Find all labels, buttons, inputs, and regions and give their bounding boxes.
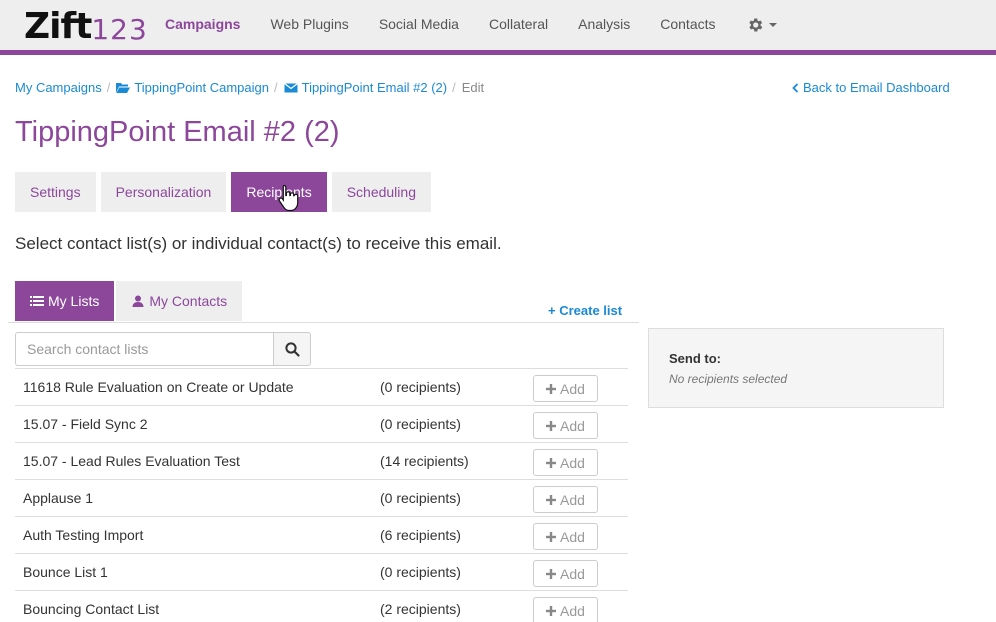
tab-my-lists[interactable]: My Lists bbox=[15, 281, 115, 321]
add-list-button[interactable]: Add bbox=[533, 597, 598, 622]
breadcrumb-label: TippingPoint Campaign bbox=[134, 80, 269, 95]
breadcrumb-label: TippingPoint Email #2 (2) bbox=[301, 80, 448, 95]
plus-icon bbox=[546, 457, 557, 468]
search-input[interactable] bbox=[15, 332, 273, 366]
list-name: 15.07 - Lead Rules Evaluation Test bbox=[23, 453, 240, 469]
nav-campaigns[interactable]: Campaigns bbox=[150, 0, 255, 50]
add-label: Add bbox=[560, 602, 585, 619]
list-name: Applause 1 bbox=[23, 490, 94, 506]
tab-label: My Contacts bbox=[149, 293, 228, 309]
list-row: Bouncing Contact List (2 recipients) Add bbox=[15, 590, 628, 622]
breadcrumb-current: Edit bbox=[461, 80, 485, 95]
list-row: 15.07 - Field Sync 2 (0 recipients) Add bbox=[15, 405, 628, 442]
add-list-button[interactable]: Add bbox=[533, 523, 598, 550]
search-icon bbox=[284, 341, 300, 357]
add-label: Add bbox=[560, 528, 585, 545]
breadcrumb-email[interactable]: TippingPoint Email #2 (2) bbox=[283, 80, 448, 95]
create-list-link[interactable]: + Create list bbox=[548, 303, 622, 318]
zift123-logo[interactable]: Zift 123 bbox=[24, 5, 148, 45]
nav-social-media[interactable]: Social Media bbox=[364, 0, 474, 50]
send-to-label: Send to: bbox=[669, 351, 721, 366]
caret-down-icon bbox=[768, 23, 777, 27]
contact-list-search bbox=[15, 332, 311, 366]
no-recipients-text: No recipients selected bbox=[669, 372, 788, 386]
breadcrumb-separator: / bbox=[452, 80, 456, 95]
breadcrumb-campaign[interactable]: TippingPoint Campaign bbox=[116, 80, 269, 95]
list-name: 11618 Rule Evaluation on Create or Updat… bbox=[23, 379, 294, 395]
tab-personalization[interactable]: Personalization bbox=[100, 172, 227, 212]
nav-analysis[interactable]: Analysis bbox=[563, 0, 645, 50]
recipient-count: (14 recipients) bbox=[380, 453, 469, 469]
recipients-instructions: Select contact list(s) or individual con… bbox=[15, 234, 502, 253]
add-label: Add bbox=[560, 454, 585, 471]
add-list-button[interactable]: Add bbox=[533, 560, 598, 587]
tab-scheduling[interactable]: Scheduling bbox=[331, 172, 431, 212]
plus-icon bbox=[546, 383, 557, 394]
tab-label: My Lists bbox=[48, 293, 100, 309]
brand-stripe bbox=[0, 50, 996, 55]
list-row: Applause 1 (0 recipients) Add bbox=[15, 479, 628, 516]
gear-icon bbox=[748, 18, 762, 32]
recipient-count: (2 recipients) bbox=[380, 601, 461, 617]
add-label: Add bbox=[560, 491, 585, 508]
plus-icon bbox=[546, 420, 557, 431]
tab-settings[interactable]: Settings bbox=[15, 172, 96, 212]
list-row: Bounce List 1 (0 recipients) Add bbox=[15, 553, 628, 590]
list-name: 15.07 - Field Sync 2 bbox=[23, 416, 148, 432]
recipient-count: (0 recipients) bbox=[380, 379, 461, 395]
contact-list-table: 11618 Rule Evaluation on Create or Updat… bbox=[15, 368, 628, 622]
recipient-count: (6 recipients) bbox=[380, 527, 461, 543]
recipient-source-tabs: My Lists My Contacts bbox=[15, 281, 244, 321]
add-list-button[interactable]: Add bbox=[533, 449, 598, 476]
list-icon bbox=[30, 296, 44, 306]
send-to-panel: Send to: No recipients selected bbox=[648, 328, 944, 408]
tab-divider bbox=[8, 322, 639, 323]
nav-contacts[interactable]: Contacts bbox=[645, 0, 730, 50]
add-list-button[interactable]: Add bbox=[533, 486, 598, 513]
add-label: Add bbox=[560, 417, 585, 434]
chevron-left-icon bbox=[792, 82, 799, 93]
search-button[interactable] bbox=[273, 332, 311, 366]
nav-web-plugins[interactable]: Web Plugins bbox=[255, 0, 363, 50]
breadcrumb-label: My Campaigns bbox=[15, 80, 102, 95]
plus-icon bbox=[546, 531, 557, 542]
recipient-count: (0 recipients) bbox=[380, 416, 461, 432]
breadcrumb-separator: / bbox=[106, 80, 111, 95]
list-row: 11618 Rule Evaluation on Create or Updat… bbox=[15, 368, 628, 405]
editor-tabs: Settings Personalization Recipients Sche… bbox=[15, 172, 436, 212]
page-title: TippingPoint Email #2 (2) bbox=[15, 116, 340, 148]
top-navbar: Zift 123 Campaigns Web Plugins Social Me… bbox=[0, 0, 996, 50]
recipient-count: (0 recipients) bbox=[380, 490, 461, 506]
nav-collateral[interactable]: Collateral bbox=[474, 0, 563, 50]
add-list-button[interactable]: Add bbox=[533, 412, 598, 439]
back-link-label: Back to Email Dashboard bbox=[803, 80, 950, 95]
logo-text: Zift bbox=[24, 6, 92, 47]
logo-number: 123 bbox=[91, 13, 148, 46]
breadcrumb-separator: / bbox=[273, 80, 278, 95]
plus-icon bbox=[546, 568, 557, 579]
add-label: Add bbox=[560, 565, 585, 582]
envelope-icon bbox=[283, 82, 298, 92]
list-row: 15.07 - Lead Rules Evaluation Test (14 r… bbox=[15, 442, 628, 479]
tab-my-contacts[interactable]: My Contacts bbox=[116, 281, 243, 321]
plus-icon bbox=[546, 605, 557, 616]
hand-pointer-cursor-icon bbox=[278, 184, 299, 212]
settings-dropdown[interactable] bbox=[731, 0, 792, 50]
list-name: Bouncing Contact List bbox=[23, 601, 160, 617]
recipient-count: (0 recipients) bbox=[380, 564, 461, 580]
plus-icon bbox=[546, 494, 557, 505]
list-row: Auth Testing Import (6 recipients) Add bbox=[15, 516, 628, 553]
add-label: Add bbox=[560, 380, 585, 397]
back-to-dashboard-link[interactable]: Back to Email Dashboard bbox=[792, 80, 950, 95]
user-icon bbox=[132, 295, 144, 307]
list-name: Auth Testing Import bbox=[23, 527, 144, 543]
breadcrumb: My Campaigns / TippingPoint Campaign / T… bbox=[15, 80, 484, 95]
folder-open-icon bbox=[116, 82, 131, 93]
list-name: Bounce List 1 bbox=[23, 564, 108, 580]
breadcrumb-my-campaigns[interactable]: My Campaigns bbox=[15, 80, 102, 95]
add-list-button[interactable]: Add bbox=[533, 375, 598, 402]
main-nav: Campaigns Web Plugins Social Media Colla… bbox=[150, 0, 792, 50]
